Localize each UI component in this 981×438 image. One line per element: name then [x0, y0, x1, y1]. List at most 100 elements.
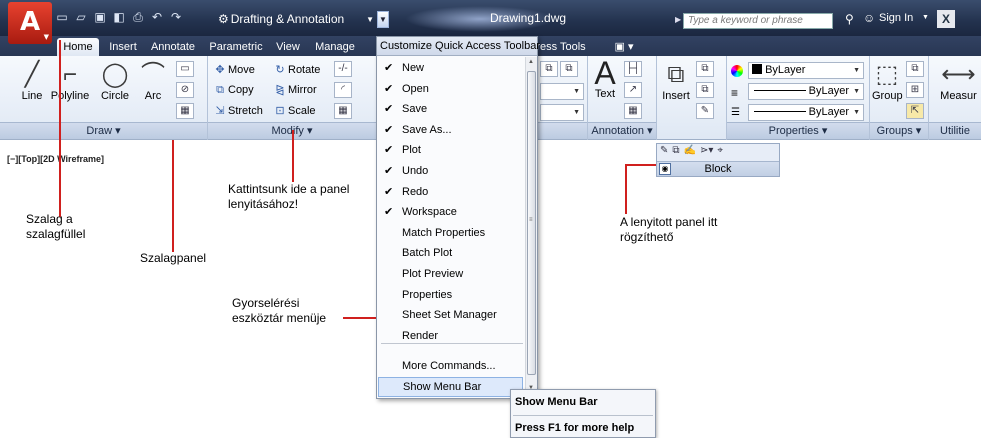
tab-annotate[interactable]: Annotate [147, 38, 199, 56]
scale-button[interactable]: ⊡ Scale [272, 103, 315, 119]
fillet-icon[interactable]: ◜ [334, 82, 352, 98]
menu-item-show-menu-bar[interactable]: Show Menu Bar [378, 377, 523, 397]
sign-in-link[interactable]: Sign In [879, 12, 913, 24]
linetype-combo[interactable]: ByLayer ▼ [748, 83, 864, 100]
mirror-button[interactable]: ⧎ Mirror [272, 82, 316, 98]
layer-combo[interactable]: ▼ [540, 83, 584, 100]
exchange-icon[interactable]: X [937, 10, 955, 28]
menu-item-undo[interactable]: ✔ Undo [377, 161, 527, 181]
binoculars-icon[interactable]: ⚲ [845, 12, 854, 26]
boundary-icon[interactable]: ▦ [176, 103, 194, 119]
menu-item-more-commands[interactable]: More Commands... [377, 356, 527, 376]
lineweight-combo[interactable]: ByLayer ▼ [748, 104, 864, 121]
application-menu-button[interactable]: A ▼ [8, 2, 52, 44]
draw-panel-title[interactable]: Draw ▾ [0, 122, 207, 139]
menu-item-save-as[interactable]: ✔ Save As... [377, 120, 527, 140]
rectangle-icon[interactable]: ▭ [176, 61, 194, 77]
tab-home[interactable]: Home [57, 38, 99, 56]
color-combo[interactable]: ByLayer ▼ [748, 62, 864, 79]
qat-dropdown-button[interactable]: ▼ [377, 11, 389, 28]
menu-item-properties[interactable]: Properties [377, 285, 527, 305]
polyline-button[interactable]: ⌐ Polyline [46, 60, 94, 102]
tab-extra[interactable]: ▣ ▾ [611, 38, 637, 56]
menu-item-batch-plot[interactable]: Batch Plot [377, 243, 527, 263]
menu-item-label: Save [402, 103, 428, 116]
menu-item-sheet-set-manager[interactable]: Sheet Set Manager [377, 305, 527, 325]
table-icon[interactable]: ▦ [624, 103, 642, 119]
plot-icon[interactable]: ⎙ [130, 9, 146, 25]
note-ribbon-with-tabs: Szalag a szalagfüllel [26, 212, 86, 241]
scroll-up-icon[interactable]: ▲ [528, 59, 534, 65]
new-icon[interactable]: ▭ [54, 9, 70, 25]
line-button[interactable]: ╱ Line [18, 60, 46, 102]
synchronize-icon[interactable]: ⌖ [717, 145, 723, 160]
layer-state-icon[interactable]: ⧉ [560, 61, 578, 77]
undo-icon[interactable]: ↶ [149, 9, 165, 25]
edit-block-icon[interactable]: ⧉ [696, 82, 714, 98]
redo-icon[interactable]: ↷ [168, 9, 184, 25]
menu-separator [381, 343, 523, 344]
line-label: Line [21, 90, 43, 102]
annotation-line [343, 317, 377, 319]
menu-scrollbar[interactable]: ▲ ≡ ▼ [525, 57, 537, 398]
layer-combo-2[interactable]: ▼ [540, 104, 584, 121]
block-attribute-icon[interactable]: ✎ [696, 103, 714, 119]
move-icon: ✥ [215, 64, 225, 76]
search-expand-icon[interactable]: ▶ [675, 15, 681, 24]
workspace-switcher[interactable]: ⚙ Drafting & Annotation ▼ [218, 11, 374, 28]
tab-manage[interactable]: Manage [311, 38, 359, 56]
tab-view[interactable]: View [273, 38, 303, 56]
open-icon[interactable]: ▱ [73, 9, 89, 25]
menu-item-plot-preview[interactable]: Plot Preview [377, 264, 527, 284]
menu-item-open[interactable]: ✔ Open [377, 79, 527, 99]
annotation-panel-title[interactable]: Annotation ▾ [588, 122, 656, 139]
text-button[interactable]: A Text [592, 57, 618, 100]
tab-parametric[interactable]: Parametric [206, 38, 266, 56]
chevron-down-icon[interactable]: ▼ [922, 14, 929, 21]
group-button[interactable]: ⬚ Group [872, 60, 903, 102]
pin-icon[interactable]: ◉ [659, 163, 671, 175]
group-icon: ⬚ [875, 61, 899, 88]
rotate-button[interactable]: ↻ Rotate [272, 62, 320, 78]
ungroup-icon[interactable]: ⧉ [906, 61, 924, 77]
polyline-icon: ⌐ [62, 61, 77, 88]
menu-item-redo[interactable]: ✔ Redo [377, 182, 527, 202]
circle-button[interactable]: ◯ Circle [98, 60, 132, 102]
group-select-icon[interactable]: ⇱ [906, 103, 924, 119]
leader-icon[interactable]: ↗ [624, 82, 642, 98]
edit-attribute-icon[interactable]: ✍ [684, 145, 696, 160]
group-edit-icon[interactable]: ⊞ [906, 82, 924, 98]
attribute-display-icon[interactable]: ⋗▾ [700, 145, 713, 160]
save-icon[interactable]: ▣ [92, 9, 108, 25]
create-block-icon[interactable]: ⧉ [696, 61, 714, 77]
copy-button[interactable]: ⧉ Copy [212, 82, 254, 98]
array-icon[interactable]: ▦ [334, 103, 352, 119]
define-attribute-icon[interactable]: ✎ [660, 145, 668, 160]
search-input[interactable]: Type a keyword or phrase [683, 13, 833, 29]
stretch-button[interactable]: ⇲ Stretch [212, 103, 262, 119]
measure-button[interactable]: ⟷ Measur [936, 60, 981, 102]
dimension-icon[interactable]: ├┤ [624, 61, 642, 77]
manage-attributes-icon[interactable]: ⧉ [672, 145, 679, 160]
utilities-panel-title[interactable]: Utilitie [929, 122, 981, 139]
move-button[interactable]: ✥ Move [212, 62, 255, 78]
menu-item-match-properties[interactable]: Match Properties [377, 223, 527, 243]
insert-block-button[interactable]: ⧉ Insert [660, 60, 692, 102]
menu-item-workspace[interactable]: ✔ Workspace [377, 202, 527, 222]
menu-item-plot[interactable]: ✔ Plot [377, 140, 527, 160]
menu-item-new[interactable]: ✔ New [377, 58, 527, 78]
trim-icon[interactable]: -/- [334, 61, 352, 77]
arc-icon: ⌒ [141, 61, 165, 88]
properties-panel-title[interactable]: Properties ▾ [727, 122, 869, 139]
save-as-icon[interactable]: ◧ [111, 9, 127, 25]
tab-insert[interactable]: Insert [103, 38, 143, 56]
viewport-controls[interactable]: [−][Top][2D Wireframe] [7, 154, 104, 164]
menu-item-save[interactable]: ✔ Save [377, 99, 527, 119]
layer-icon[interactable]: ⧉ [540, 61, 558, 77]
hatch-icon[interactable]: ⊘ [176, 82, 194, 98]
annotation-line [625, 164, 627, 214]
rotate-icon: ↻ [275, 64, 285, 76]
groups-panel-title[interactable]: Groups ▾ [870, 122, 928, 139]
scroll-thumb[interactable]: ≡ [527, 71, 536, 375]
arc-button[interactable]: ⌒ Arc [140, 60, 166, 102]
